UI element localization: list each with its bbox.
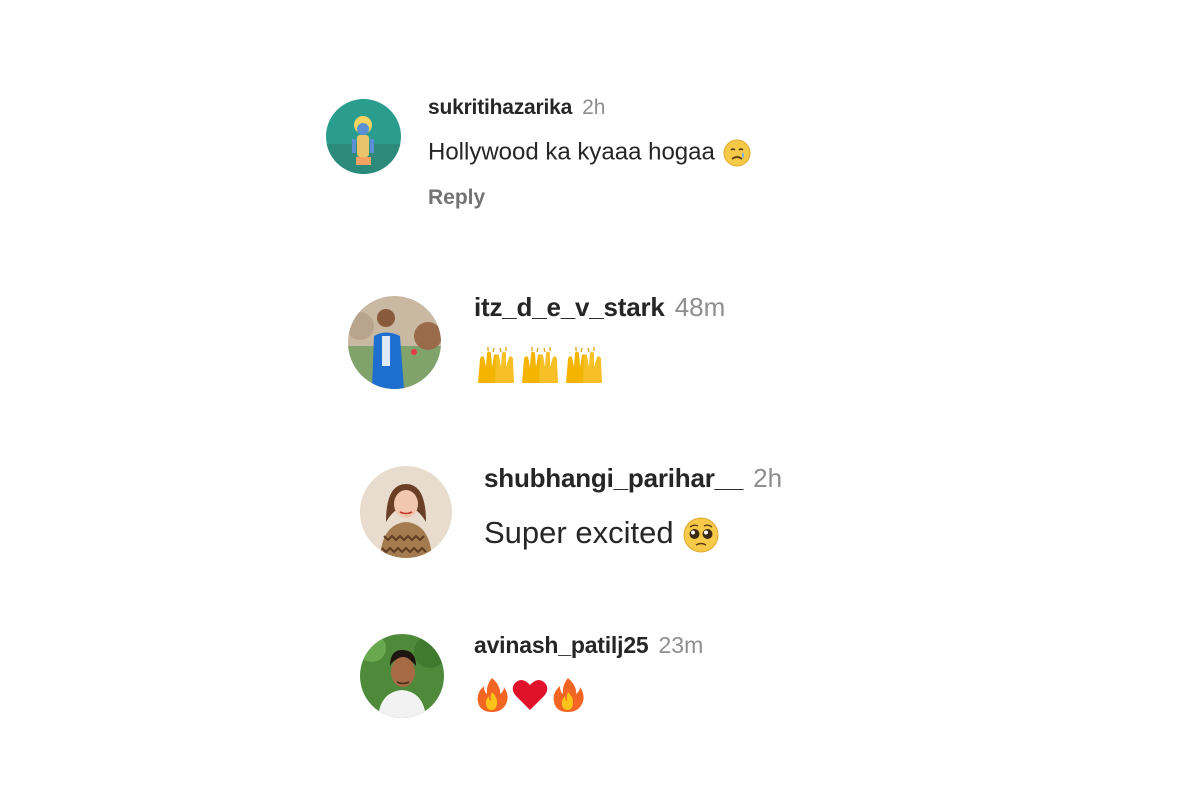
comment-text-content: Hollywood ka kyaaa hogaa bbox=[428, 138, 715, 166]
raising-hands-icon bbox=[518, 345, 562, 385]
comment-meta: shubhangi_parihar__ 2h bbox=[484, 463, 782, 494]
fire-icon bbox=[550, 676, 586, 714]
timestamp: 23m bbox=[658, 632, 704, 658]
comment-meta: itz_d_e_v_stark 48m bbox=[474, 292, 725, 323]
crying-face-icon bbox=[722, 138, 752, 168]
comment-text-content: Super excited bbox=[484, 515, 674, 550]
reply-button[interactable]: Reply bbox=[428, 186, 485, 210]
avatar-image bbox=[348, 296, 441, 389]
comment-text: Hollywood ka kyaaa hogaa bbox=[428, 138, 752, 168]
comment-text: Super excited bbox=[484, 515, 720, 554]
avatar-image bbox=[360, 634, 444, 718]
avatar[interactable] bbox=[360, 634, 444, 718]
comment-meta: sukritihazarika 2h bbox=[428, 96, 605, 120]
timestamp: 48m bbox=[674, 292, 726, 322]
avatar-image bbox=[360, 466, 452, 558]
raising-hands-icon bbox=[562, 345, 606, 385]
username[interactable]: sukritihazarika bbox=[428, 96, 572, 119]
timestamp: 2h bbox=[753, 463, 783, 493]
fire-icon bbox=[474, 676, 510, 714]
comment-text bbox=[474, 345, 606, 385]
raising-hands-icon bbox=[474, 345, 518, 385]
timestamp: 2h bbox=[582, 96, 606, 119]
comment-text bbox=[474, 676, 586, 714]
avatar-image bbox=[326, 99, 401, 174]
avatar[interactable] bbox=[326, 99, 401, 174]
username[interactable]: avinash_patilj25 bbox=[474, 632, 649, 658]
pleading-face-icon bbox=[682, 516, 720, 554]
avatar[interactable] bbox=[360, 466, 452, 558]
comment-meta: avinash_patilj25 23m bbox=[474, 632, 703, 659]
username[interactable]: itz_d_e_v_stark bbox=[474, 292, 665, 322]
username[interactable]: shubhangi_parihar__ bbox=[484, 463, 743, 493]
avatar[interactable] bbox=[348, 296, 441, 389]
red-heart-icon bbox=[510, 676, 550, 714]
